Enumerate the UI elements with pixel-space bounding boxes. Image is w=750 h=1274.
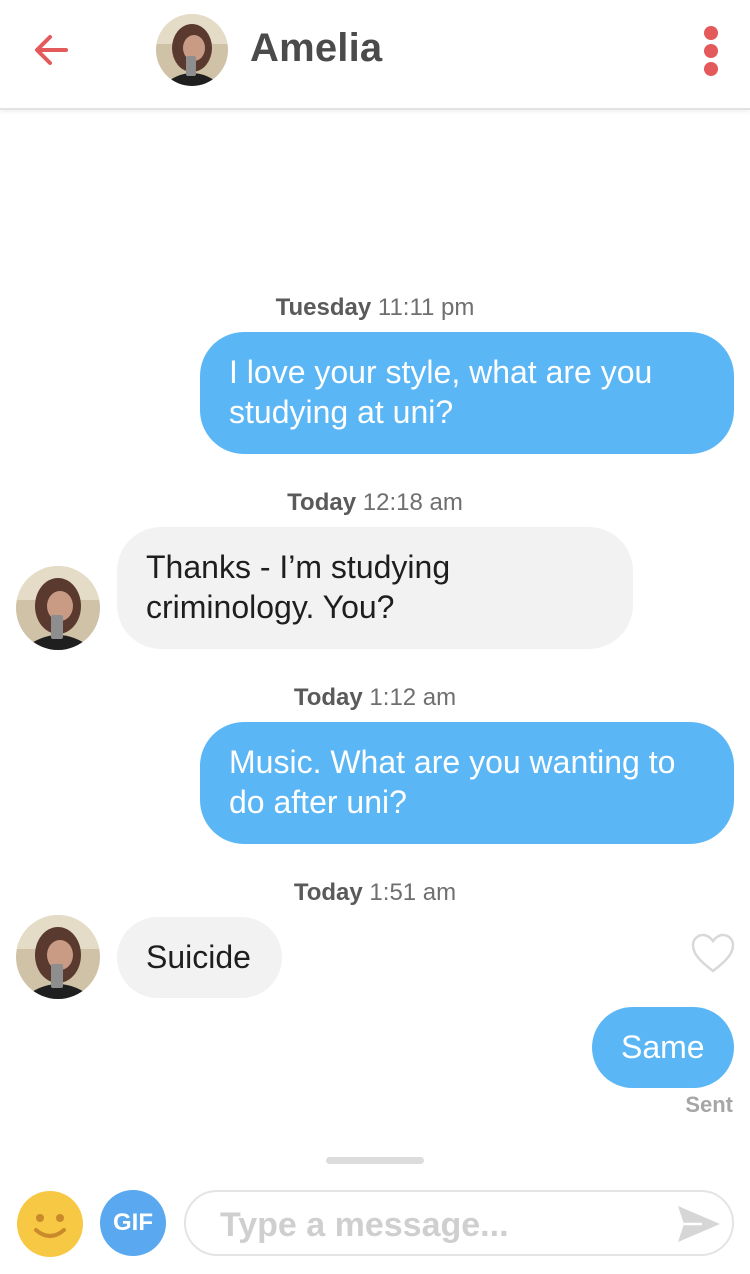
message-timestamp: Today 1:51 am: [293, 879, 457, 906]
smiley-icon: [17, 1191, 83, 1257]
message-text: Same: [621, 1029, 705, 1065]
contact-avatar[interactable]: [16, 566, 100, 650]
message-timestamp: Today 1:12 am: [293, 684, 457, 711]
like-message-button[interactable]: [690, 932, 736, 974]
message-text: criminology. You?: [146, 589, 395, 625]
message-input-container: [184, 1190, 734, 1256]
message-text: I love your style, what are you: [229, 354, 653, 390]
contact-avatar[interactable]: [156, 14, 228, 86]
incoming-message-bubble[interactable]: Thanks - I’m studying criminology. You?: [117, 527, 633, 649]
message-text: do after uni?: [229, 784, 407, 820]
heart-icon: [691, 933, 735, 973]
message-text: Music. What are you wanting to: [229, 744, 676, 780]
gif-button[interactable]: GIF: [100, 1190, 166, 1256]
message-input[interactable]: [218, 1202, 662, 1248]
back-button[interactable]: [30, 28, 74, 72]
message-timestamp: Today 12:18 am: [287, 489, 463, 516]
emoji-button[interactable]: [16, 1190, 84, 1258]
drawer-handle[interactable]: [326, 1157, 424, 1164]
chat-header: Amelia: [0, 0, 750, 110]
send-button[interactable]: [676, 1204, 722, 1244]
more-options-button[interactable]: [694, 24, 728, 78]
message-timestamp: Tuesday 11:11 pm: [275, 294, 475, 321]
arrow-left-icon: [35, 35, 68, 65]
outgoing-message-bubble[interactable]: I love your style, what are you studying…: [200, 332, 734, 454]
contact-name[interactable]: Amelia: [250, 26, 382, 71]
message-text: studying at uni?: [229, 394, 454, 430]
sent-status: Sent: [685, 1092, 733, 1117]
message-text: Thanks - I’m studying: [146, 549, 451, 585]
outgoing-message-bubble[interactable]: Same: [592, 1007, 734, 1088]
contact-avatar[interactable]: [16, 915, 100, 999]
message-text: Suicide: [146, 939, 251, 975]
outgoing-message-bubble[interactable]: Music. What are you wanting to do after …: [200, 722, 734, 844]
send-icon: [678, 1206, 720, 1242]
incoming-message-bubble[interactable]: Suicide: [117, 917, 282, 998]
more-vertical-icon: [704, 26, 718, 40]
